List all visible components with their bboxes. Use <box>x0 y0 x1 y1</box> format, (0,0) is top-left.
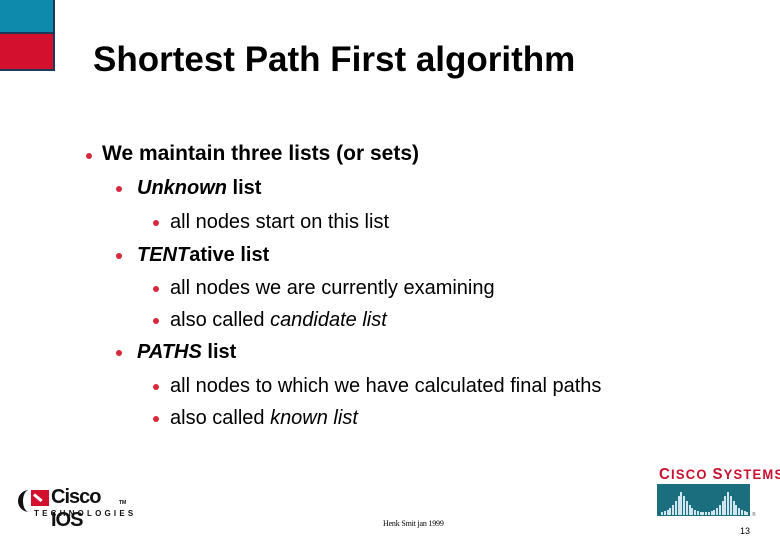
wordmark-part: ISCO <box>671 466 713 483</box>
bridge-bar <box>732 501 735 515</box>
wordmark-part: YSTEMS <box>723 466 780 483</box>
bridge-bar <box>740 510 743 515</box>
bullet-tentative-list: TENTative list <box>137 244 269 267</box>
footer-author: Henk Smit jan 1999 <box>383 519 444 528</box>
registered-mark: ® <box>752 512 756 518</box>
bullet-paths-list: PATHS list <box>137 341 236 364</box>
bridge-bar <box>724 496 727 515</box>
bridge-bar <box>746 512 749 515</box>
tentative-rest: ative list <box>189 244 270 266</box>
unknown-term: Unknown <box>137 177 227 199</box>
bullet-paths-sub2: also called known list <box>170 407 358 430</box>
corner-teal-square <box>0 0 53 32</box>
bridge-bar <box>707 512 710 515</box>
ios-trademark: TM <box>119 500 127 506</box>
bullet-dot <box>116 186 122 192</box>
bullet-level1: We maintain three lists (or sets) <box>102 142 420 165</box>
bridge-bar <box>718 505 721 515</box>
bridge-bar <box>688 505 691 515</box>
bridge-bar <box>691 508 694 515</box>
wordmark-part: C <box>659 465 672 484</box>
paths-sub2-plain: also called <box>170 407 271 429</box>
ios-flag-icon <box>31 490 49 506</box>
page-number: 13 <box>740 526 751 536</box>
bullet-dot <box>116 350 122 356</box>
bridge-bar <box>705 512 707 515</box>
bullet-tentative-sub2: also called candidate list <box>170 309 387 332</box>
bridge-bar <box>743 511 746 515</box>
bridge-bar <box>666 510 669 515</box>
bullet-dot <box>153 286 159 292</box>
tentative-term: TENT <box>137 244 190 266</box>
bullet-dot <box>153 416 159 422</box>
corner-red-square <box>0 34 53 69</box>
bridge-bar <box>713 510 716 515</box>
cisco-systems-logo: CISCO SYSTEMS ® <box>657 466 780 520</box>
bullet-unknown-sub1: all nodes start on this list <box>170 211 389 233</box>
bridge-bar <box>669 508 672 515</box>
bullet-dot <box>153 220 159 226</box>
wordmark-part: S <box>712 465 724 484</box>
bridge-logo-icon <box>657 484 750 516</box>
bullet-dot <box>86 153 92 159</box>
bullet-unknown-list: Unknown list <box>137 177 261 200</box>
bullet-dot <box>116 253 122 259</box>
bullet-paths-sub1: all nodes to which we have calculated fi… <box>170 375 602 397</box>
bridge-bar <box>674 501 677 515</box>
bullet-dot <box>153 318 159 324</box>
unknown-rest: list <box>227 177 262 199</box>
bridge-bar <box>716 508 718 515</box>
corner-bottom-border <box>0 69 55 71</box>
bridge-bar <box>683 496 685 515</box>
bridge-bar <box>677 496 680 515</box>
ios-swoosh-icon <box>18 490 30 512</box>
slide-title: Shortest Path First algorithm <box>93 40 576 79</box>
bridge-bar <box>694 510 696 515</box>
tentative-sub2-italic: candidate list <box>270 309 387 331</box>
bridge-bar <box>735 505 738 515</box>
cisco-systems-wordmark: CISCO SYSTEMS <box>659 466 780 484</box>
bullet-tentative-sub1: all nodes we are currently examining <box>170 277 495 299</box>
bridge-bar <box>680 492 683 515</box>
paths-sub2-italic: known list <box>270 407 358 429</box>
bridge-bar <box>721 501 724 515</box>
bridge-bar <box>685 501 688 515</box>
tentative-sub2-plain: also called <box>170 309 271 331</box>
paths-rest: list <box>201 341 237 363</box>
bridge-bar <box>727 492 729 515</box>
paths-term: PATHS <box>137 341 202 363</box>
corner-decoration <box>0 0 55 71</box>
bridge-bar <box>729 496 732 515</box>
bridge-bar <box>696 511 699 515</box>
bridge-bar <box>710 511 713 515</box>
bridge-bar <box>661 512 663 515</box>
bullet-dot <box>153 384 159 390</box>
bridge-bar <box>699 512 702 515</box>
corner-vertical-border <box>53 0 55 71</box>
bridge-bar <box>702 512 705 515</box>
ios-tagline: TECHNOLOGIES <box>34 509 137 518</box>
bridge-bar <box>672 505 674 515</box>
bridge-bar <box>738 508 740 515</box>
cisco-ios-logo: Cisco IOS TM TECHNOLOGIES <box>18 486 133 531</box>
bridge-bar <box>663 511 666 515</box>
